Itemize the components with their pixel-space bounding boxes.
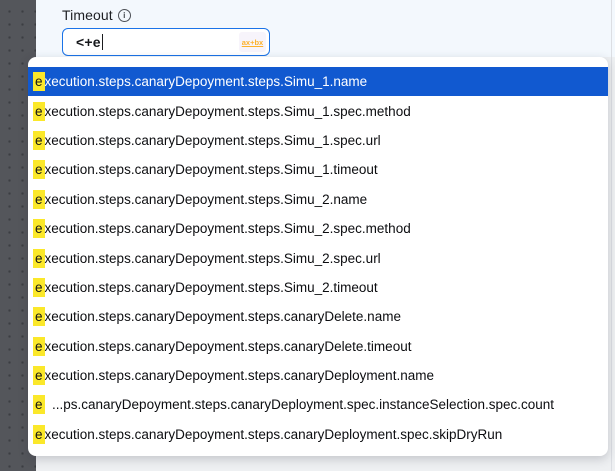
match-highlight: e: [33, 160, 45, 179]
timeout-input[interactable]: <+e ax+bx: [62, 28, 270, 56]
match-highlight: e: [33, 337, 45, 356]
suggestion-item[interactable]: execution.steps.canaryDepoyment.steps.ca…: [28, 361, 608, 390]
suggestion-item[interactable]: execution.steps.canaryDepoyment.steps.Si…: [28, 126, 608, 155]
match-highlight: e: [33, 131, 45, 150]
match-highlight: e: [33, 425, 45, 444]
match-highlight: e: [33, 249, 45, 268]
suggestion-text: xecution.steps.canaryDepoyment.steps.Sim…: [45, 104, 411, 119]
suggestion-item[interactable]: execution.steps.canaryDepoyment.steps.ca…: [28, 302, 608, 331]
match-highlight: e: [33, 307, 45, 326]
match-highlight: e: [33, 395, 45, 414]
match-highlight: e: [33, 72, 45, 91]
suggestion-item[interactable]: execution.steps.canaryDepoyment.steps.ca…: [28, 420, 608, 449]
suggestion-text: xecution.steps.canaryDepoyment.steps.can…: [45, 427, 503, 442]
suggestion-item[interactable]: execution.steps.canaryDepoyment.steps.Si…: [28, 243, 608, 272]
suggestion-text: xecution.steps.canaryDepoyment.steps.Sim…: [45, 162, 378, 177]
timeout-input-value: <+e: [76, 34, 101, 50]
suggestion-text: xecution.steps.canaryDepoyment.steps.Sim…: [45, 133, 381, 148]
timeout-label-row: Timeout i: [62, 6, 270, 24]
suggestion-item[interactable]: execution.steps.canaryDepoyment.steps.Si…: [28, 155, 608, 184]
suggestion-text: xecution.steps.canaryDepoyment.steps.can…: [45, 339, 412, 354]
suggestion-text: xecution.steps.canaryDepoyment.steps.Sim…: [45, 251, 381, 266]
match-highlight: e: [33, 278, 45, 297]
panel-right-divider: [611, 0, 612, 471]
match-highlight: e: [33, 190, 45, 209]
suggestion-text: xecution.steps.canaryDepoyment.steps.Sim…: [45, 74, 368, 89]
suggestion-text: xecution.steps.canaryDepoyment.steps.Sim…: [45, 192, 368, 207]
suggestion-text: xecution.steps.canaryDepoyment.steps.Sim…: [45, 221, 411, 236]
expression-badge-icon[interactable]: ax+bx: [239, 32, 266, 52]
suggestion-item[interactable]: e ...ps.canaryDepoyment.steps.canaryDepl…: [28, 390, 608, 419]
suggestion-item[interactable]: execution.steps.canaryDepoyment.steps.Si…: [28, 67, 608, 96]
step-config-overlay: Timeout i <+e ax+bx execution.steps.cana…: [0, 0, 615, 471]
suggestion-item[interactable]: execution.steps.canaryDepoyment.steps.Si…: [28, 96, 608, 125]
suggestion-item[interactable]: execution.steps.canaryDepoyment.steps.Si…: [28, 185, 608, 214]
match-highlight: e: [33, 366, 45, 385]
suggestion-item[interactable]: execution.steps.canaryDepoyment.steps.Si…: [28, 273, 608, 302]
suggestion-text: xecution.steps.canaryDepoyment.steps.Sim…: [45, 280, 378, 295]
timeout-field: Timeout i <+e ax+bx: [62, 6, 270, 56]
info-icon[interactable]: i: [118, 9, 131, 22]
suggestion-list: execution.steps.canaryDepoyment.steps.Si…: [28, 57, 608, 456]
suggestion-text: ...ps.canaryDepoyment.steps.canaryDeploy…: [45, 397, 555, 412]
match-highlight: e: [33, 102, 45, 121]
timeout-label: Timeout: [62, 7, 113, 23]
suggestion-text: xecution.steps.canaryDepoyment.steps.can…: [45, 368, 434, 383]
suggestion-item[interactable]: execution.steps.canaryDepoyment.steps.ca…: [28, 332, 608, 361]
suggestion-text: xecution.steps.canaryDepoyment.steps.can…: [45, 309, 401, 324]
suggestion-item[interactable]: execution.steps.canaryDepoyment.steps.Si…: [28, 214, 608, 243]
match-highlight: e: [33, 219, 45, 238]
text-caret: [102, 34, 104, 50]
